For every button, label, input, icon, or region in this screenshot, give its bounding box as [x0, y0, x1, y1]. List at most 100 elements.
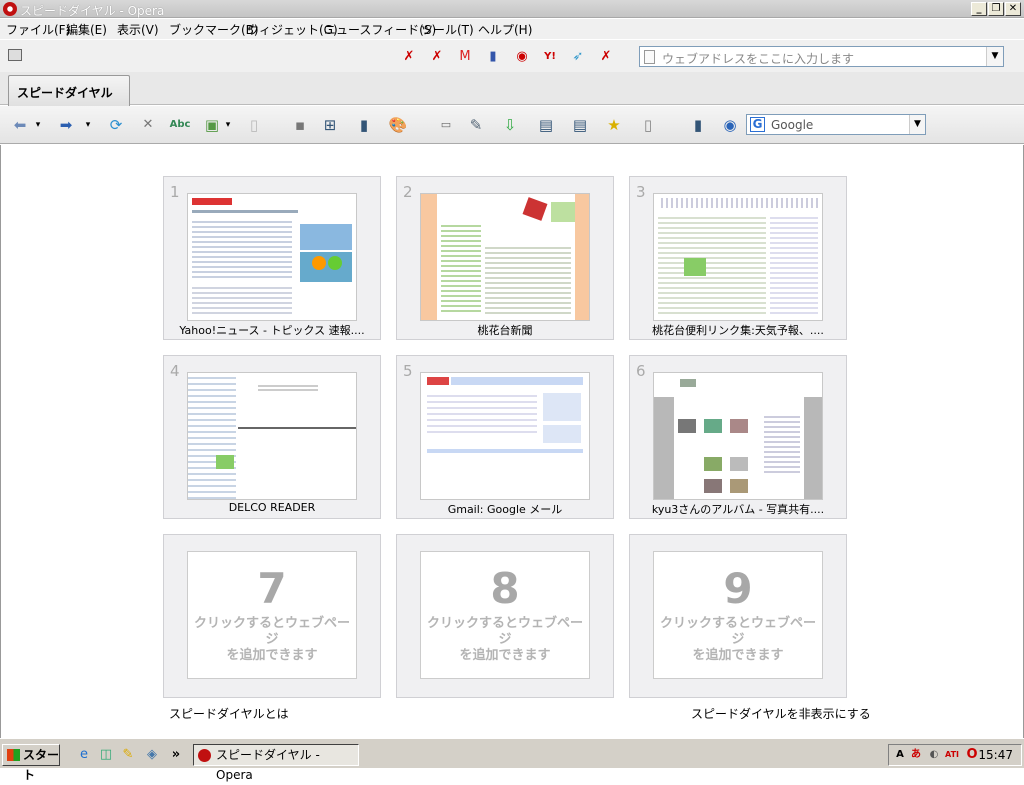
about-speed-dial-link[interactable]: スピードダイヤルとは — [169, 705, 289, 722]
star-icon[interactable]: ★ — [604, 115, 624, 135]
dial-number: 5 — [403, 362, 413, 380]
hide-speed-dial-link[interactable]: スピードダイヤルを非表示にする — [691, 705, 871, 722]
menu-help[interactable]: ヘルプ(H) — [478, 21, 532, 38]
ime-mode-icon[interactable]: あ — [909, 748, 923, 762]
speed-dial-6[interactable]: 6 kyu3さんのアルバム - 写真共有.... — [629, 355, 847, 519]
menu-tools[interactable]: ツール(T) — [421, 21, 474, 38]
bookmark-service-icon[interactable]: ✗ — [400, 48, 418, 66]
dial-caption: kyu3さんのアルバム - 写真共有.... — [651, 503, 825, 516]
forward-icon[interactable]: ➡ — [56, 115, 76, 135]
ime-icon[interactable]: A — [893, 748, 907, 762]
spellcheck-icon[interactable]: Abc — [168, 115, 192, 135]
menu-bar: ファイル(F) 編集(E) 表示(V) ブックマーク(B) ウィジェット(G) … — [0, 19, 1024, 39]
speed-dial-2[interactable]: 2 桃花台新聞 — [396, 176, 614, 340]
download-icon[interactable]: ⇩ — [500, 115, 520, 135]
yahoo-icon[interactable]: Y! — [541, 48, 559, 66]
restore-button[interactable]: ❐ — [988, 2, 1004, 16]
back-icon[interactable]: ⬅ — [10, 115, 30, 135]
taskbar: スタート e ◫ ✎ ◈ » スピードダイヤル - Opera A あ ◐ AT… — [0, 738, 1024, 782]
menu-view[interactable]: 表示(V) — [117, 21, 159, 38]
chevron-down-icon[interactable]: ▾ — [224, 115, 232, 135]
google-icon: G — [750, 117, 765, 132]
network-icon[interactable]: ◐ — [927, 748, 941, 762]
menu-feeds[interactable]: ニュースフィード(S) — [324, 21, 436, 38]
clock: 15:47 — [978, 748, 1013, 762]
empty-dial-slot: 9 クリックするとウェブページ を追加できます — [653, 551, 823, 679]
globe-icon[interactable]: ◉ — [720, 115, 740, 135]
system-tray: A あ ◐ ATI O 15:47 — [888, 744, 1022, 766]
bookmark-page-icon[interactable]: ▮ — [354, 115, 374, 135]
notes-icon[interactable]: ✎ — [466, 115, 486, 135]
tab-speed-dial[interactable]: スピードダイヤル — [8, 75, 130, 106]
ati-icon[interactable]: ATI — [945, 748, 959, 762]
menu-file[interactable]: ファイル(F) — [6, 21, 70, 38]
tab-label: スピードダイヤル — [17, 86, 113, 100]
dial-number: 4 — [170, 362, 180, 380]
taskbar-opera-button[interactable]: スピードダイヤル - Opera — [193, 744, 359, 782]
window-icon[interactable]: ▤ — [570, 115, 590, 135]
panel-icon[interactable]: ▭ — [436, 115, 456, 135]
speed-dial-grid-icon[interactable]: ⊞ — [320, 115, 340, 135]
menu-edit[interactable]: 編集(E) — [66, 21, 107, 38]
bookmark-page-icon[interactable]: ▮ — [688, 115, 708, 135]
thumbnail-delco-reader — [187, 372, 357, 500]
empty-dial-number: 7 — [257, 564, 287, 613]
explorer-icon[interactable]: ◫ — [98, 747, 114, 763]
bird-icon[interactable]: ➶ — [569, 48, 587, 66]
search-engine-name: Google — [771, 118, 814, 132]
address-field[interactable]: ウェブアドレスをここに入力します ▼ — [639, 46, 1004, 67]
minimize-button[interactable]: _ — [971, 2, 987, 16]
speed-dial-4[interactable]: 4 DELCO READER — [163, 355, 381, 519]
title-bar: スピードダイヤル - Opera _ ❐ ✕ — [0, 0, 1024, 18]
chevron-down-icon[interactable]: ▾ — [84, 115, 92, 135]
dial-caption: 桃花台新聞 — [477, 324, 533, 337]
service-icon[interactable]: ◉ — [513, 48, 531, 66]
menu-bookmarks[interactable]: ブックマーク(B) — [169, 21, 259, 38]
reload-icon[interactable]: ⟳ — [106, 115, 126, 135]
paint-icon[interactable]: 🎨 — [388, 115, 408, 135]
search-field[interactable]: G Google ▼ — [746, 114, 926, 135]
window-icon[interactable]: ▤ — [536, 115, 556, 135]
notepad-icon[interactable]: ✎ — [120, 747, 136, 763]
address-placeholder: ウェブアドレスをここに入力します — [662, 52, 855, 66]
speed-dial-8[interactable]: 8 クリックするとウェブページ を追加できます — [396, 534, 614, 698]
bookmark-service-icon[interactable]: ✗ — [428, 48, 446, 66]
media-icon[interactable]: ◈ — [144, 747, 160, 763]
speed-dial-5[interactable]: 5 Gmail: Google メール — [396, 355, 614, 519]
start-button[interactable]: スタート — [2, 744, 60, 782]
speed-dial-9[interactable]: 9 クリックするとウェブページ を追加できます — [629, 534, 847, 698]
empty-dial-number: 9 — [723, 564, 753, 613]
panel-toggle-icon[interactable] — [8, 49, 22, 61]
bookmark-icon[interactable]: ▮ — [484, 48, 502, 66]
trash-icon[interactable]: ▣ — [202, 115, 222, 135]
camera-icon[interactable]: ▪ — [290, 115, 310, 135]
tab-bar: スピードダイヤル — [0, 72, 1024, 106]
chevron-down-icon[interactable]: ▾ — [34, 115, 42, 135]
quicklaunch-more-icon[interactable]: » — [168, 747, 184, 763]
chevron-down-icon[interactable]: ▼ — [909, 115, 925, 134]
close-button[interactable]: ✕ — [1005, 2, 1021, 16]
opera-app-icon[interactable] — [3, 2, 17, 16]
panel-icon[interactable]: ▯ — [638, 115, 658, 135]
speed-dial-7[interactable]: 7 クリックするとウェブページ を追加できます — [163, 534, 381, 698]
gmail-icon[interactable]: M — [456, 48, 474, 66]
opera-tray-icon[interactable]: O — [965, 748, 979, 762]
empty-dial-hint: クリックするとウェブページ を追加できます — [193, 616, 350, 663]
chevron-down-icon[interactable]: ▼ — [986, 47, 1003, 66]
ie-icon[interactable]: e — [76, 747, 92, 763]
thumbnail-toukadai-news — [420, 193, 590, 321]
page-icon[interactable]: ▯ — [244, 115, 264, 135]
main-toolbar: ⬅ ▾ ➡ ▾ ⟳ ✕ Abc ▣ ▾ ▯ ▪ ⊞ ▮ 🎨 ▭ ✎ ⇩ ▤ ▤ … — [0, 106, 1024, 144]
stop-icon[interactable]: ✕ — [138, 115, 158, 135]
speed-dial-3[interactable]: 3 桃花台便利リンク集:天気予報、.... — [629, 176, 847, 340]
windows-logo-icon — [7, 749, 20, 761]
bookmark-service-icon[interactable]: ✗ — [597, 48, 615, 66]
dial-caption: Gmail: Google メール — [447, 503, 563, 516]
speed-dial-1[interactable]: 1 Yahoo!ニュース - トピックス 速報.... — [163, 176, 381, 340]
empty-dial-number: 8 — [490, 564, 520, 613]
dial-caption: Yahoo!ニュース - トピックス 速報.... — [179, 324, 365, 337]
dial-caption: DELCO READER — [228, 501, 316, 514]
thumbnail-yahoo — [187, 193, 357, 321]
dial-caption: 桃花台便利リンク集:天気予報、.... — [652, 324, 824, 337]
opera-icon — [198, 749, 211, 762]
